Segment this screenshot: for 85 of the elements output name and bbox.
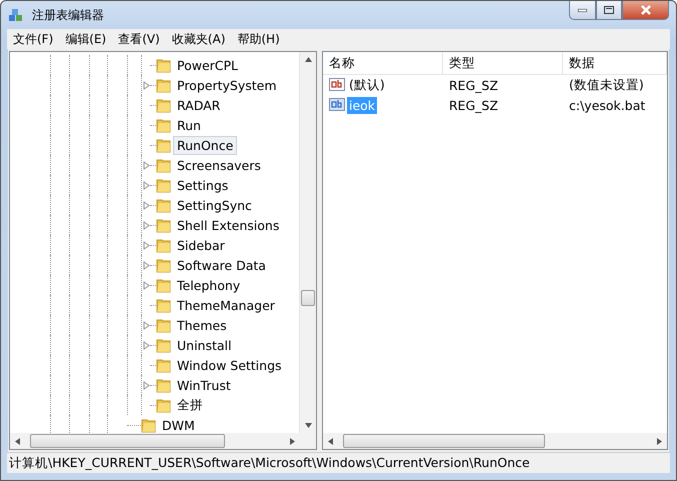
status-path: 计算机\HKEY_CURRENT_USER\Software\Microsoft\Windows\CurrentVersion\RunOnce [8, 454, 530, 472]
folder-icon [156, 177, 171, 193]
tree-item[interactable]: Shell Extensions [173, 216, 284, 234]
scroll-right-arrow-icon[interactable] [289, 438, 296, 444]
scrollbar-thumb[interactable] [30, 434, 225, 448]
tree-item[interactable]: SettingSync [173, 196, 256, 214]
folder-icon [156, 137, 171, 153]
menu-item[interactable]: 查看(V) [112, 30, 166, 48]
expand-arrow-icon[interactable] [143, 80, 150, 90]
folder-icon [141, 417, 156, 433]
scrollbar-thumb[interactable] [301, 290, 315, 306]
folder-icon [156, 217, 171, 233]
scroll-right-arrow-icon[interactable] [656, 438, 663, 444]
expand-arrow-icon[interactable] [143, 260, 150, 270]
scroll-down-arrow-icon[interactable] [304, 422, 312, 429]
expand-arrow-icon[interactable] [143, 280, 150, 290]
folder-icon [156, 117, 171, 133]
folder-icon [156, 237, 171, 253]
expand-arrow-icon[interactable] [143, 220, 150, 230]
expand-arrow-icon[interactable] [143, 340, 150, 350]
horizontal-scrollbar[interactable] [10, 433, 316, 449]
expand-arrow-icon[interactable] [143, 240, 150, 250]
tree-item[interactable]: Run [173, 116, 205, 134]
tree-item[interactable]: Themes [173, 316, 231, 334]
folder-icon [156, 257, 171, 273]
tree-item[interactable]: Sidebar [173, 236, 229, 254]
folder-icon [156, 397, 171, 413]
vertical-scrollbar[interactable] [299, 52, 316, 433]
tree-item[interactable]: Telephony [173, 276, 244, 294]
tree-item[interactable]: Screensavers [173, 156, 265, 174]
tree-item[interactable]: RunOnce [173, 136, 238, 154]
value-type: REG_SZ [448, 78, 500, 92]
scroll-left-arrow-icon[interactable] [327, 438, 334, 444]
column-header[interactable]: 数据 [563, 52, 667, 74]
tree-item[interactable]: PowerCPL [173, 56, 242, 74]
value-name[interactable]: (默认) [347, 76, 387, 94]
folder-icon [156, 337, 171, 353]
minimize-icon [578, 8, 587, 12]
registry-cubes-icon [8, 7, 24, 23]
expand-arrow-icon[interactable] [143, 160, 150, 170]
menu-item[interactable]: 帮助(H) [231, 30, 286, 48]
expand-arrow-icon[interactable] [143, 380, 150, 390]
tree-item[interactable]: Software Data [173, 256, 270, 274]
value-type: REG_SZ [448, 98, 500, 112]
tree-item[interactable]: WinTrust [173, 376, 235, 394]
horizontal-scrollbar[interactable] [323, 433, 667, 449]
tree-item[interactable]: PropertySystem [173, 76, 281, 94]
tree-item[interactable]: Window Settings [173, 356, 286, 374]
tree-item[interactable]: ThemeManager [173, 296, 279, 314]
scrollbar-thumb[interactable] [343, 434, 545, 448]
folder-icon [156, 77, 171, 93]
menu-item[interactable]: 编辑(E) [59, 30, 112, 48]
scroll-up-arrow-icon[interactable] [304, 56, 312, 63]
window-title: 注册表编辑器 [32, 6, 104, 24]
folder-icon [156, 157, 171, 173]
minimize-button[interactable] [569, 1, 596, 20]
maximize-button[interactable] [596, 1, 622, 20]
folder-icon [156, 57, 171, 73]
tree-item[interactable]: RADAR [173, 96, 224, 114]
close-button[interactable] [622, 1, 669, 20]
folder-icon [156, 317, 171, 333]
value-data: (数值未设置) [568, 76, 645, 94]
string-value-icon [329, 98, 345, 112]
tree-item[interactable]: Uninstall [173, 336, 236, 354]
expand-arrow-icon[interactable] [143, 200, 150, 210]
folder-icon [156, 357, 171, 373]
folder-icon [156, 97, 171, 113]
folder-icon [156, 297, 171, 313]
column-header[interactable]: 名称 [323, 52, 443, 74]
tree-item[interactable]: 全拼 [173, 394, 207, 416]
folder-icon [156, 377, 171, 393]
string-value-icon [329, 78, 345, 92]
value-data: c:\yesok.bat [568, 98, 646, 112]
folder-icon [156, 277, 171, 293]
expand-arrow-icon[interactable] [143, 320, 150, 330]
column-header[interactable]: 类型 [443, 52, 563, 74]
close-icon [640, 5, 652, 15]
tree-item[interactable]: Settings [173, 176, 232, 194]
maximize-icon [604, 6, 614, 14]
expand-arrow-icon[interactable] [143, 180, 150, 190]
scroll-left-arrow-icon[interactable] [14, 438, 21, 444]
tree-item[interactable]: DWM [158, 416, 199, 433]
folder-icon [156, 197, 171, 213]
menu-item[interactable]: 文件(F) [7, 30, 60, 48]
menu-item[interactable]: 收藏夹(A) [166, 30, 232, 48]
